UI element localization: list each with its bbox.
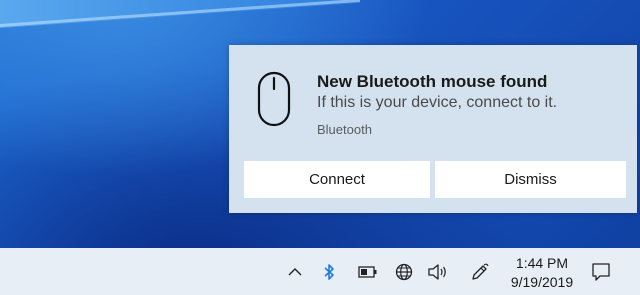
network-tray-button[interactable]	[392, 248, 416, 295]
action-center-button[interactable]	[588, 248, 614, 295]
bluetooth-notification-toast[interactable]: New Bluetooth mouse found If this is you…	[229, 45, 637, 213]
bluetooth-tray-button[interactable]	[318, 248, 340, 295]
windows-ink-tray-button[interactable]	[468, 248, 492, 295]
notification-source: Bluetooth	[317, 122, 372, 137]
pen-icon	[470, 262, 490, 282]
connect-button[interactable]: Connect	[244, 161, 430, 198]
notification-title: New Bluetooth mouse found	[317, 72, 548, 91]
bluetooth-icon	[323, 263, 335, 281]
show-hidden-icons-button[interactable]	[284, 248, 306, 295]
volume-tray-button[interactable]	[426, 248, 450, 295]
notification-message: If this is your device, connect to it.	[317, 94, 558, 111]
dismiss-button[interactable]: Dismiss	[435, 161, 626, 198]
battery-icon	[358, 265, 378, 278]
clock-date: 9/19/2019	[510, 274, 574, 290]
clock-time: 1:44 PM	[515, 255, 569, 271]
taskbar-clock[interactable]: 1:44 PM 9/19/2019	[506, 255, 578, 291]
chevron-up-icon	[288, 267, 302, 277]
notification-center-icon	[591, 262, 611, 282]
battery-tray-button[interactable]	[356, 248, 380, 295]
mouse-icon	[257, 71, 291, 127]
taskbar: 1:44 PM 9/19/2019	[0, 248, 640, 295]
volume-icon	[428, 263, 448, 280]
network-globe-icon	[395, 263, 413, 281]
